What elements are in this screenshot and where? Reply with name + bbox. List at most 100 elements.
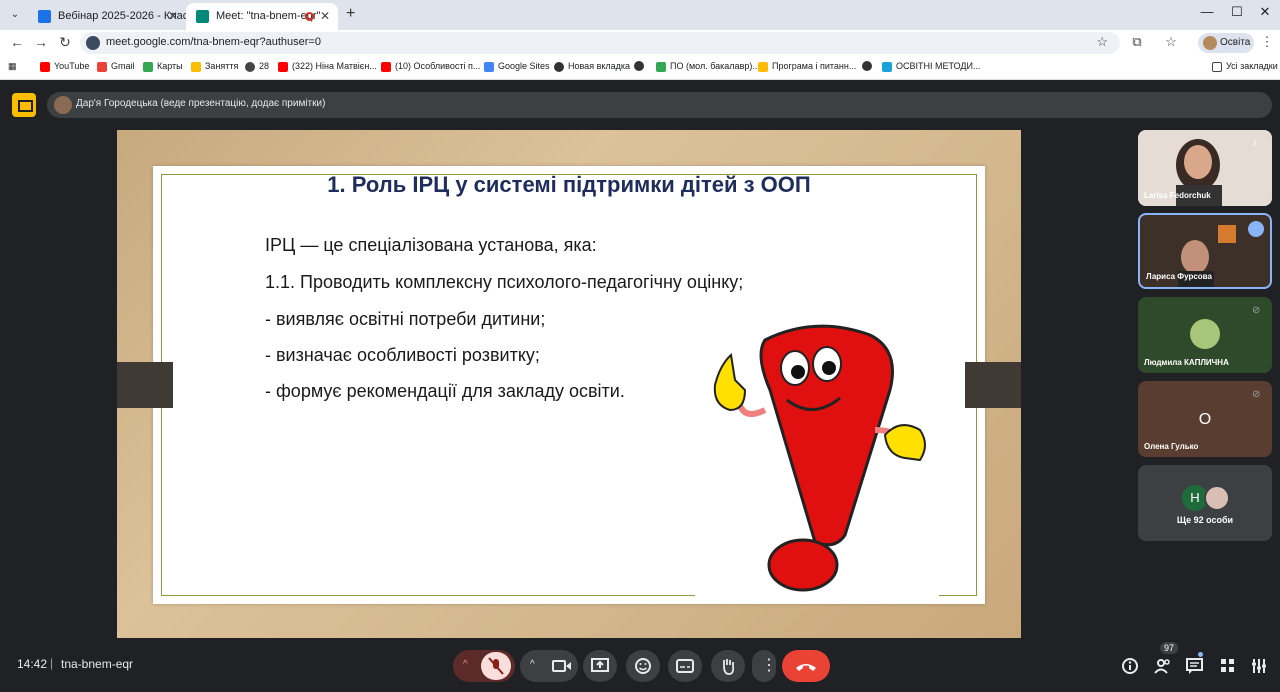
profile-button[interactable]: Освіта [1198, 33, 1254, 53]
tab-strip: ⌄ Вебінар 2025-2026 - Клас ✕ Meet: "tna-… [0, 0, 1280, 30]
drive-icon [484, 62, 494, 72]
all-bookmarks[interactable]: Усі закладки [1212, 61, 1278, 72]
speaking-icon [1248, 221, 1264, 237]
minimize-icon[interactable]: — [1192, 4, 1222, 19]
tab-webinar[interactable]: Вебінар 2025-2026 - Клас ✕ [28, 3, 186, 30]
presenter-label: Дар'я Городецька (веде презентацію, дода… [76, 98, 326, 109]
globe-bookmark-2[interactable] [862, 61, 872, 73]
close-window-icon[interactable]: ✕ [1250, 4, 1280, 20]
globe-bookmark[interactable] [634, 61, 644, 73]
bookmark-star-icon[interactable]: ☆ [1096, 34, 1108, 50]
more-options-button[interactable]: ⋮ [752, 650, 777, 682]
more-participants-tile[interactable]: Н Ще 92 особи [1138, 465, 1272, 541]
menu-icon[interactable]: ⋮ [1258, 34, 1276, 50]
raise-hand-button[interactable] [711, 650, 745, 682]
meet-icon [196, 10, 209, 23]
bookmark-gmail[interactable]: Gmail [97, 61, 135, 72]
camera-icon [552, 660, 571, 672]
bookmark-program[interactable]: Програма і питанн... [758, 61, 856, 72]
participant-tile[interactable]: Лариса Фурсова [1138, 213, 1272, 289]
profile-label: Освіта [1220, 37, 1251, 48]
present-screen-icon [591, 658, 609, 672]
globe-icon [554, 62, 564, 72]
site-info-icon[interactable] [86, 36, 100, 50]
presentation-icon[interactable] [12, 93, 36, 117]
participant-tile[interactable]: ♪ Larisa Fedorchuk [1138, 130, 1272, 206]
bookmark-label: Заняття [205, 61, 239, 71]
unread-dot [1198, 652, 1203, 657]
right-clip [965, 362, 1021, 408]
exclamation-icon [713, 324, 926, 592]
captions-button[interactable] [668, 650, 702, 682]
mic-off-icon: ⊘ [1252, 305, 1261, 316]
separator: | [50, 656, 54, 670]
activities-icon[interactable] [1219, 657, 1237, 675]
bookmark-label: ОСВІТНІ МЕТОДИ... [896, 61, 981, 71]
bookmarks-bar: ▦ YouTube Gmail Карты Заняття 28 (322) Н… [0, 56, 1280, 80]
chevron-up-icon[interactable]: ^ [463, 659, 468, 670]
participant-tile[interactable]: О ⊘ Олена Гулько [1138, 381, 1272, 457]
participant-tile[interactable]: ⊘ Людмила КАПЛИЧНА [1138, 297, 1272, 373]
meeting-code: tna-bnem-eqr [61, 657, 134, 671]
bookmark-google-sites[interactable]: Google Sites [484, 61, 550, 72]
info-icon[interactable] [1121, 657, 1139, 675]
bookmark-label: Новая вкладка [568, 61, 631, 71]
bookmark-28[interactable]: 28 [245, 61, 270, 72]
participant-name: Лариса Фурсова [1146, 272, 1212, 281]
close-tab-icon[interactable]: ✕ [320, 3, 330, 30]
presenter-pill[interactable]: Дар'я Городецька (веде презентацію, дода… [47, 92, 1272, 118]
bookmark-features[interactable]: (10) Особливості п... [381, 61, 480, 72]
present-button[interactable] [583, 650, 617, 682]
bookmark-new-tab[interactable]: Новая вкладка [554, 61, 631, 72]
participant-name: Larisa Fedorchuk [1144, 191, 1211, 200]
camera-control[interactable]: ^ [520, 650, 578, 682]
back-icon[interactable]: ← [8, 34, 26, 50]
mic-off-icon: ⊘ [1252, 389, 1261, 400]
captions-icon [676, 659, 694, 673]
meeting-controls: 14:42 | tna-bnem-eqr ^ ^ ⋮ 97 [0, 640, 1280, 692]
chat-icon[interactable] [1186, 657, 1204, 675]
microphone-control[interactable]: ^ [453, 650, 515, 682]
maximize-icon[interactable]: ☐ [1222, 4, 1252, 20]
bookmark-maps[interactable]: Карты [143, 61, 183, 72]
bookmark-label: (322) Ніна Матвієн... [292, 61, 377, 71]
extensions-icon[interactable]: ⧉ [1128, 34, 1146, 50]
slide-title: 1. Роль ІРЦ у системі підтримки дітей з … [327, 172, 811, 197]
bookmark-methods[interactable]: ОСВІТНІ МЕТОДИ... [882, 61, 981, 72]
bookmark-label: Усі закладки [1226, 61, 1278, 71]
slide-line: 1.1. Проводить комплексну психолого-педа… [265, 272, 744, 292]
address-row: ← → ↻ meet.google.com/tna-bnem-eqr?authu… [0, 30, 1280, 56]
reload-icon[interactable]: ↻ [56, 34, 74, 51]
more-participants-label: Ще 92 особи [1176, 515, 1234, 525]
mic-off-button[interactable] [481, 652, 511, 680]
new-tab-button[interactable]: + [346, 5, 355, 23]
recording-icon [305, 12, 314, 21]
host-controls-icon[interactable] [1250, 657, 1268, 675]
url-text[interactable]: meet.google.com/tna-bnem-eqr?authuser=0 [106, 36, 321, 48]
tab-search-icon[interactable]: ⌄ [6, 6, 24, 24]
classroom-icon [191, 62, 201, 72]
bookmark-label: 28 [259, 61, 270, 71]
maps-icon [143, 62, 153, 72]
presenter-bar: Дар'я Городецька (веде презентацію, дода… [0, 81, 1280, 129]
bookmark-nina[interactable]: (322) Ніна Матвієн... [278, 61, 377, 72]
presentation-slide: 1. Роль ІРЦ у системі підтримки дітей з … [117, 130, 1021, 638]
apps-icon[interactable]: ▦ [8, 61, 17, 72]
leave-call-button[interactable] [782, 650, 830, 682]
bookmark-youtube[interactable]: YouTube [40, 61, 90, 72]
bookmark-po[interactable]: ПО (мол. бакалавр)... [656, 61, 760, 72]
bookmark-label: Gmail [111, 61, 135, 71]
reactions-button[interactable] [626, 650, 660, 682]
bookmarks-icon[interactable]: ☆ [1162, 34, 1180, 50]
globe-icon [245, 62, 255, 72]
close-tab-icon[interactable]: ✕ [168, 3, 178, 30]
tab-meet[interactable]: Meet: "tna-bnem-eqr" ✕ [186, 3, 338, 30]
address-bar[interactable]: meet.google.com/tna-bnem-eqr?authuser=0 … [80, 32, 1120, 54]
bookmark-classes[interactable]: Заняття [191, 61, 239, 72]
bookmark-label: YouTube [54, 61, 90, 71]
emoji-icon [635, 658, 651, 674]
youtube-icon [40, 62, 50, 72]
chevron-up-icon[interactable]: ^ [530, 659, 535, 670]
forward-icon[interactable]: → [32, 34, 50, 50]
people-icon[interactable] [1154, 657, 1172, 675]
